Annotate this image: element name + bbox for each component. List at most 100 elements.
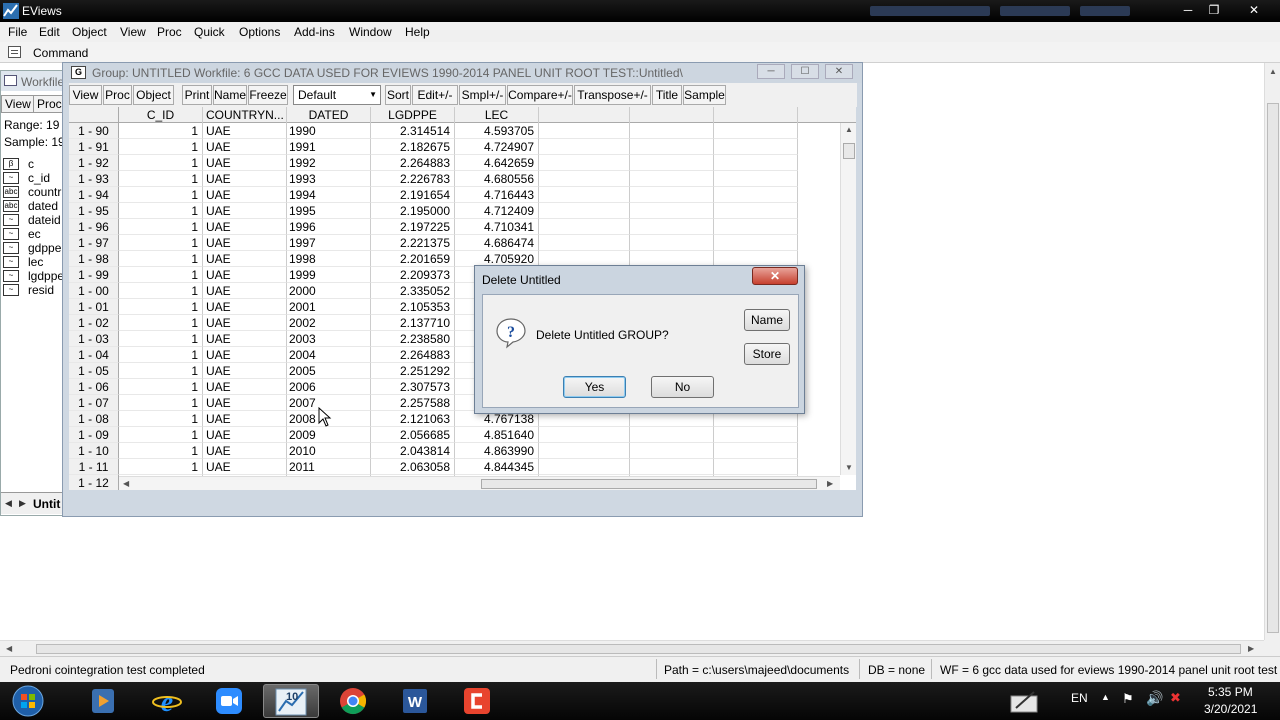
- scroll-right-icon[interactable]: ▶: [1248, 644, 1254, 653]
- clock-date[interactable]: 3/20/2021: [1204, 702, 1257, 716]
- row-header[interactable]: 1 - 10: [69, 443, 119, 459]
- group-freeze-button[interactable]: Freeze: [248, 85, 288, 105]
- cell-lec[interactable]: 4.724907: [455, 139, 539, 155]
- menu-object[interactable]: Object: [72, 25, 107, 39]
- dialog-close-button[interactable]: ✕: [752, 267, 798, 285]
- cell-dated[interactable]: 1997: [287, 235, 371, 251]
- cell-countryname[interactable]: UAE: [203, 379, 287, 395]
- language-indicator[interactable]: EN: [1071, 691, 1088, 705]
- cell-c-id[interactable]: 1: [119, 411, 203, 427]
- cell-countryname[interactable]: UAE: [203, 459, 287, 475]
- column-header-countryname[interactable]: COUNTRYN...: [203, 107, 287, 123]
- workfile-proc-button[interactable]: Proc: [33, 95, 66, 113]
- camtasia-icon[interactable]: [449, 684, 505, 718]
- cell-dated[interactable]: 2006: [287, 379, 371, 395]
- row-header[interactable]: 1 - 08: [69, 411, 119, 427]
- group-object-button[interactable]: Object: [133, 85, 174, 105]
- cell-dated[interactable]: 1996: [287, 219, 371, 235]
- cell-lgdppe[interactable]: 2.238580: [371, 331, 455, 347]
- cell-countryname[interactable]: UAE: [203, 139, 287, 155]
- cell-dated[interactable]: 1998: [287, 251, 371, 267]
- delete-untitled-dialog[interactable]: Delete Untitled ✕ ? Delete Untitled GROU…: [474, 265, 805, 414]
- cell-lec[interactable]: 4.851640: [455, 427, 539, 443]
- cell-lec[interactable]: 4.863990: [455, 443, 539, 459]
- cell-empty[interactable]: [714, 203, 798, 219]
- cell-empty[interactable]: [714, 123, 798, 139]
- cell-c-id[interactable]: 1: [119, 203, 203, 219]
- cell-c-id[interactable]: 1: [119, 251, 203, 267]
- cell-lgdppe[interactable]: 2.226783: [371, 171, 455, 187]
- row-header[interactable]: 1 - 96: [69, 219, 119, 235]
- cell-empty[interactable]: [714, 235, 798, 251]
- cell-lec[interactable]: 4.686474: [455, 235, 539, 251]
- cell-empty[interactable]: [539, 171, 630, 187]
- scroll-thumb[interactable]: [843, 143, 855, 159]
- cell-empty[interactable]: [630, 155, 714, 171]
- row-header[interactable]: 1 - 00: [69, 283, 119, 299]
- cell-countryname[interactable]: UAE: [203, 219, 287, 235]
- internet-explorer-icon[interactable]: e: [139, 684, 195, 718]
- cell-empty[interactable]: [714, 427, 798, 443]
- group-proc-button[interactable]: Proc: [103, 85, 132, 105]
- cell-dated[interactable]: 1991: [287, 139, 371, 155]
- workfile-view-button[interactable]: View: [1, 95, 35, 113]
- table-row[interactable]: 1 - 97 1 UAE 1997 2.221375 4.686474: [69, 235, 856, 251]
- cell-c-id[interactable]: 1: [119, 363, 203, 379]
- cell-empty[interactable]: [539, 235, 630, 251]
- cell-countryname[interactable]: UAE: [203, 411, 287, 427]
- cell-lec[interactable]: 4.712409: [455, 203, 539, 219]
- cell-empty[interactable]: [539, 219, 630, 235]
- cell-countryname[interactable]: UAE: [203, 187, 287, 203]
- cell-empty[interactable]: [539, 443, 630, 459]
- cell-c-id[interactable]: 1: [119, 347, 203, 363]
- cell-empty[interactable]: [630, 427, 714, 443]
- start-orb-icon[interactable]: [2, 684, 54, 718]
- cell-empty[interactable]: [539, 123, 630, 139]
- cell-c-id[interactable]: 1: [119, 459, 203, 475]
- row-header[interactable]: 1 - 09: [69, 427, 119, 443]
- cell-lgdppe[interactable]: 2.137710: [371, 315, 455, 331]
- workfile-window[interactable]: Workfile View Proc Range: 19 Sample: 19 …: [0, 70, 67, 516]
- scroll-thumb[interactable]: [1267, 103, 1279, 633]
- row-header[interactable]: 1 - 92: [69, 155, 119, 171]
- menu-proc[interactable]: Proc: [157, 25, 182, 39]
- cell-dated[interactable]: 1995: [287, 203, 371, 219]
- cell-empty[interactable]: [714, 219, 798, 235]
- cell-lgdppe[interactable]: 2.195000: [371, 203, 455, 219]
- cell-empty[interactable]: [539, 459, 630, 475]
- cell-c-id[interactable]: 1: [119, 123, 203, 139]
- cell-c-id[interactable]: 1: [119, 171, 203, 187]
- cell-lgdppe[interactable]: 2.264883: [371, 155, 455, 171]
- cell-dated[interactable]: 2001: [287, 299, 371, 315]
- menu-file[interactable]: File: [8, 25, 27, 39]
- cell-dated[interactable]: 1999: [287, 267, 371, 283]
- row-header[interactable]: 1 - 99: [69, 267, 119, 283]
- dialog-yes-button[interactable]: Yes: [563, 376, 626, 398]
- minimize-button[interactable]: ─: [1177, 2, 1199, 19]
- row-header[interactable]: 1 - 02: [69, 315, 119, 331]
- cell-c-id[interactable]: 1: [119, 299, 203, 315]
- cell-c-id[interactable]: 1: [119, 267, 203, 283]
- row-header[interactable]: 1 - 98: [69, 251, 119, 267]
- cell-c-id[interactable]: 1: [119, 395, 203, 411]
- group-name-button[interactable]: Name: [213, 85, 247, 105]
- scroll-left-icon[interactable]: ◀: [6, 644, 12, 653]
- cell-empty[interactable]: [630, 139, 714, 155]
- scroll-thumb[interactable]: [36, 644, 1241, 654]
- row-header[interactable]: 1 - 03: [69, 331, 119, 347]
- workspace-vertical-scrollbar[interactable]: ▲: [1264, 63, 1280, 640]
- cell-c-id[interactable]: 1: [119, 283, 203, 299]
- scroll-up-icon[interactable]: ▲: [1269, 67, 1277, 76]
- table-row[interactable]: 1 - 90 1 UAE 1990 2.314514 4.593705: [69, 123, 856, 139]
- column-header-empty[interactable]: [714, 107, 798, 123]
- row-header[interactable]: 1 - 91: [69, 139, 119, 155]
- cell-countryname[interactable]: UAE: [203, 235, 287, 251]
- cell-empty[interactable]: [539, 155, 630, 171]
- cell-empty[interactable]: [630, 443, 714, 459]
- cell-c-id[interactable]: 1: [119, 427, 203, 443]
- menu-help[interactable]: Help: [405, 25, 430, 39]
- workfile-range[interactable]: Range: 19: [4, 118, 59, 132]
- cell-empty[interactable]: [714, 187, 798, 203]
- cell-empty[interactable]: [630, 219, 714, 235]
- cell-c-id[interactable]: 1: [119, 235, 203, 251]
